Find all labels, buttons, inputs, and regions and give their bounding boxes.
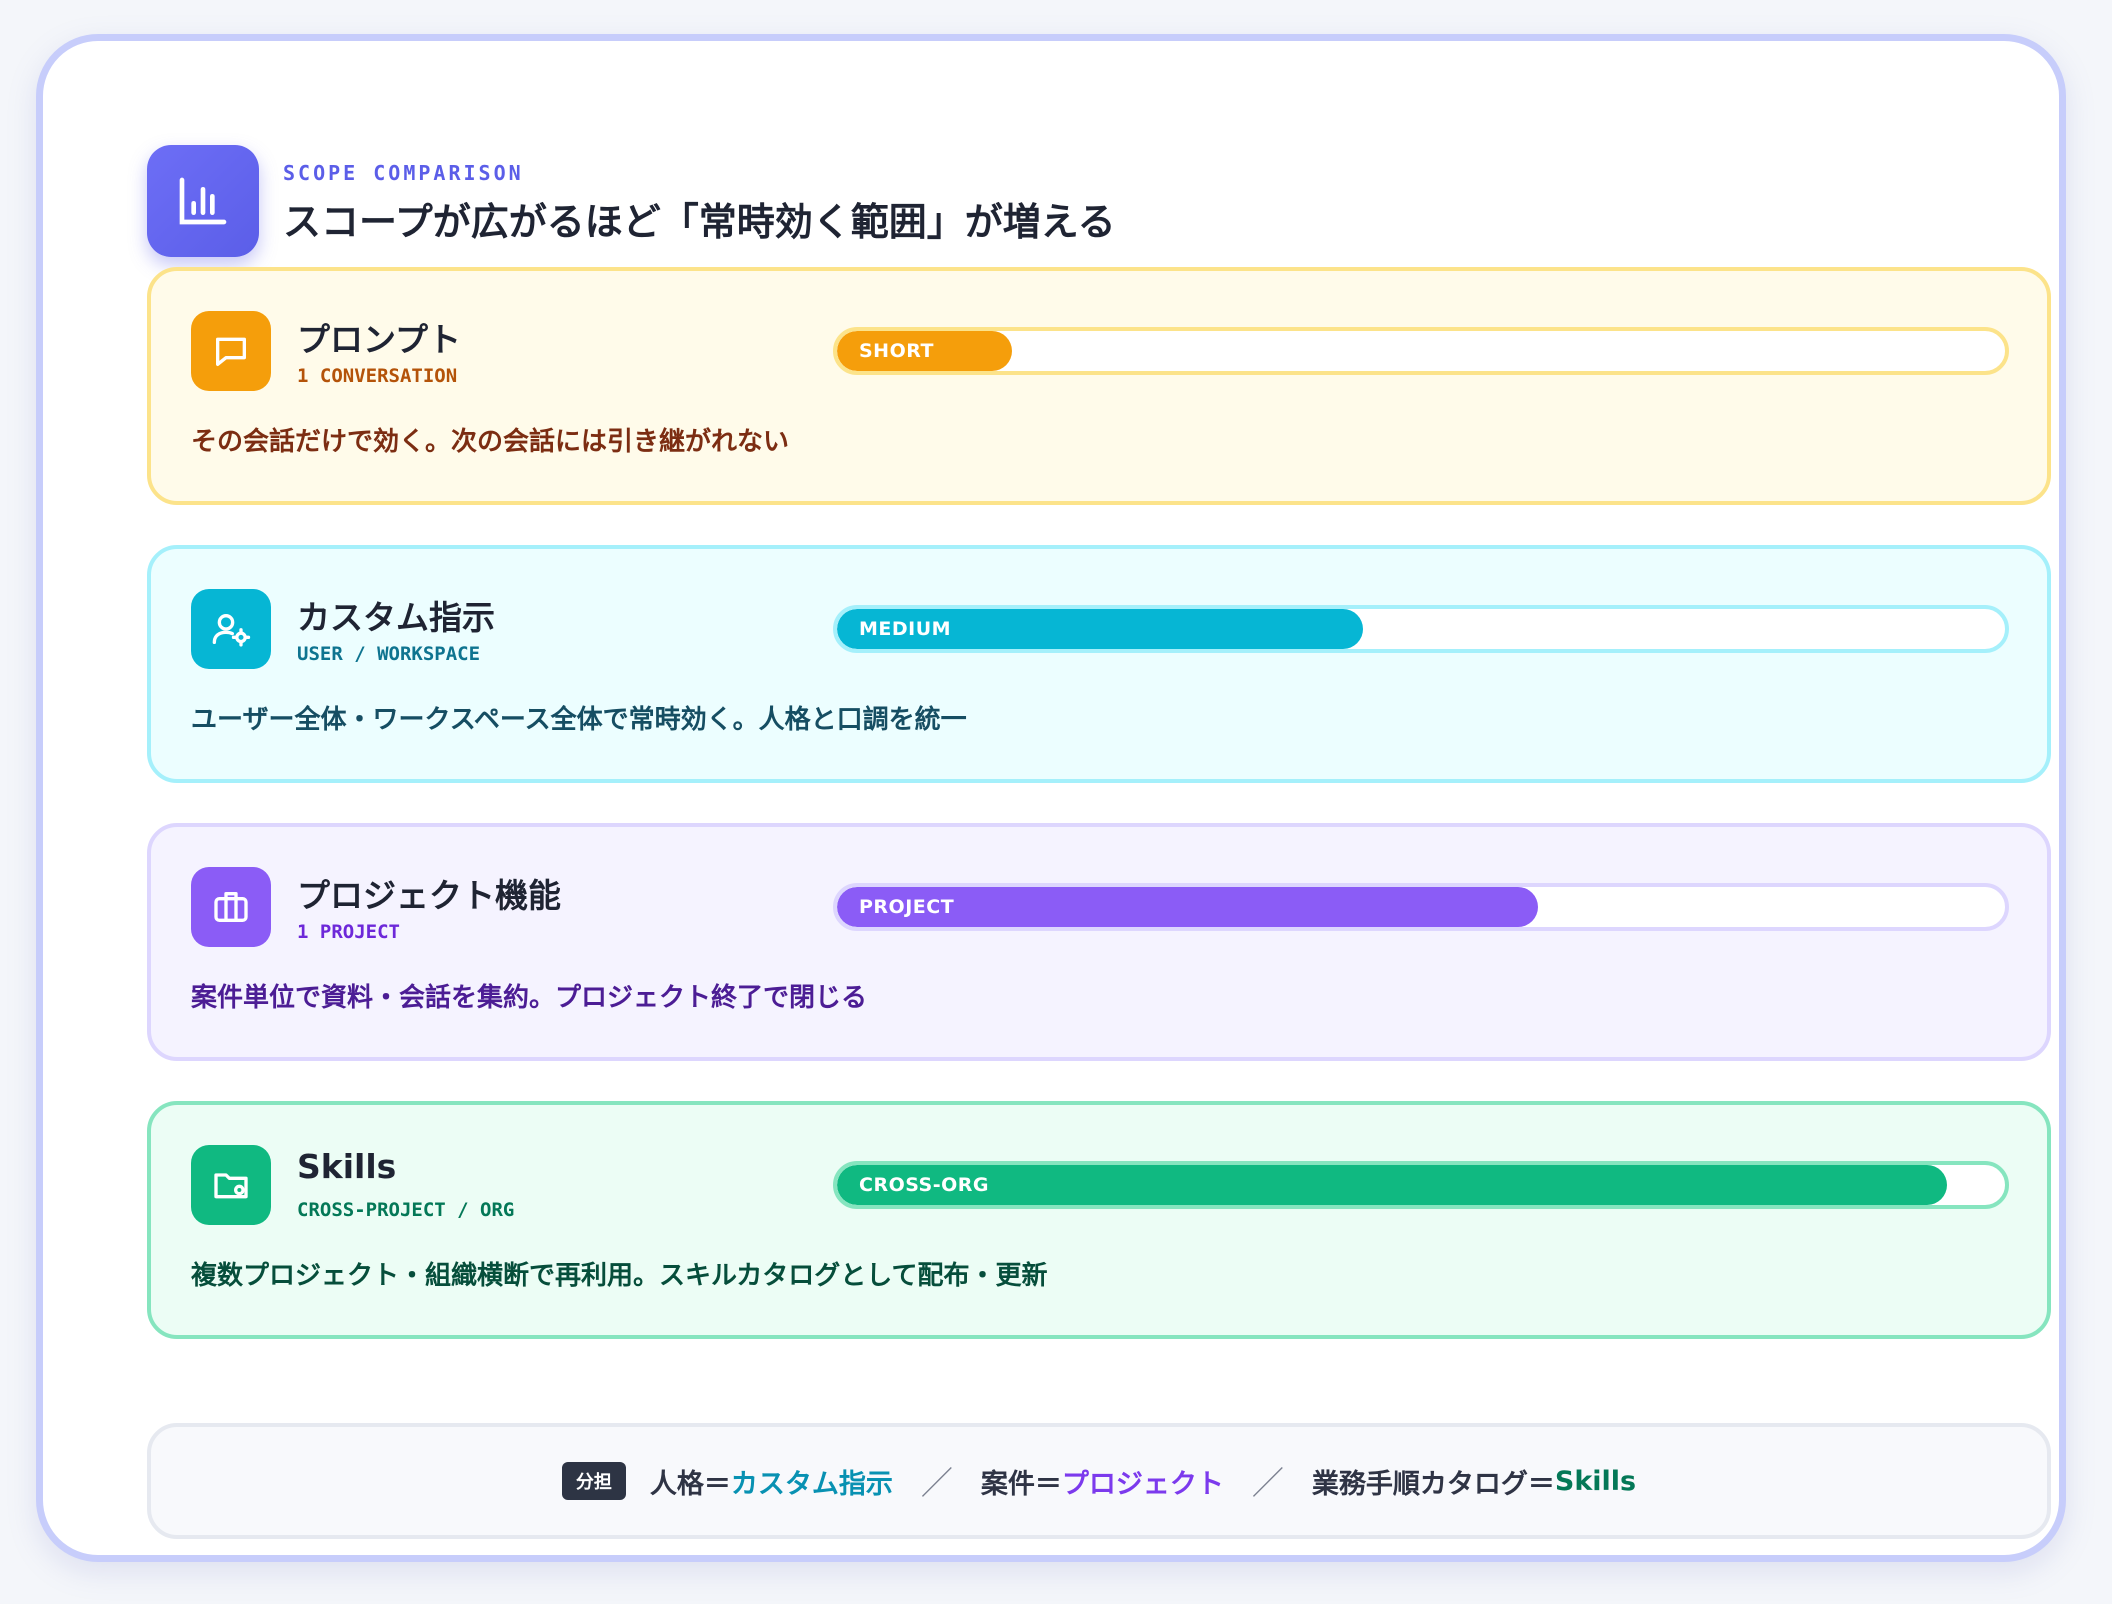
folder-settings-icon (191, 1145, 271, 1225)
scope-description: ユーザー全体・ワークスペース全体で常時効く。人格と口調を統一 (191, 705, 967, 735)
scope-comparison-card: SCOPE COMPARISON スコープが広がるほど「常時効く範囲」が増える … (36, 34, 2066, 1562)
scope-description: 案件単位で資料・会話を集約。プロジェクト終了で閉じる (191, 983, 868, 1013)
eyebrow-label: SCOPE COMPARISON (283, 161, 524, 185)
briefcase-icon (191, 867, 271, 947)
scope-subtitle: 1 PROJECT (297, 921, 400, 943)
user-settings-icon (191, 589, 271, 669)
footer-item2-prefix: 案件＝ (980, 1468, 1062, 1500)
scope-bar-fill: CROSS-ORG (837, 1165, 1947, 1205)
scope-subtitle: CROSS-PROJECT / ORG (297, 1199, 515, 1221)
footer-separator: ／ (1251, 1464, 1284, 1502)
scope-bar-track: MEDIUM (833, 605, 2009, 653)
scope-description: 複数プロジェクト・組織横断で再利用。スキルカタログとして配布・更新 (191, 1261, 1048, 1291)
scope-bar-track: SHORT (833, 327, 2009, 375)
scope-bar-label: PROJECT (859, 896, 955, 918)
scope-subtitle: USER / WORKSPACE (297, 643, 481, 665)
scope-subtitle: 1 CONVERSATION (297, 365, 458, 387)
role-summary-footer: 分担 人格＝ カスタム指示 ／ 案件＝ プロジェクト ／ 業務手順カタログ＝ S… (147, 1423, 2051, 1539)
scope-name: Skills (297, 1147, 397, 1186)
scope-bar-label: MEDIUM (859, 618, 952, 640)
role-badge: 分担 (561, 1462, 626, 1500)
page-title: スコープが広がるほど「常時効く範囲」が増える (283, 200, 1116, 244)
scope-description: その会話だけで効く。次の会話には引き継がれない (191, 427, 790, 457)
scope-card-skills: Skills CROSS-PROJECT / ORG CROSS-ORG 複数プ… (147, 1101, 2051, 1339)
footer-item2-value: プロジェクト (1061, 1468, 1224, 1500)
scope-card-custom-instructions: カスタム指示 USER / WORKSPACE MEDIUM ユーザー全体・ワー… (147, 545, 2051, 783)
scope-bar-track: CROSS-ORG (833, 1161, 2009, 1209)
footer-item1-prefix: 人格＝ (649, 1468, 731, 1500)
scope-bar-label: SHORT (859, 340, 934, 362)
scope-card-project: プロジェクト機能 1 PROJECT PROJECT 案件単位で資料・会話を集約… (147, 823, 2051, 1061)
footer-separator: ／ (920, 1464, 953, 1502)
scope-bar-fill: PROJECT (837, 887, 1538, 927)
scope-name: カスタム指示 (297, 598, 495, 637)
scope-name: プロンプト (297, 320, 462, 359)
scope-bar-fill: MEDIUM (837, 609, 1363, 649)
footer-item3-prefix: 業務手順カタログ＝ (1311, 1468, 1555, 1500)
scope-name: プロジェクト機能 (297, 876, 561, 915)
bar-chart-icon (147, 145, 259, 257)
scope-bar-fill: SHORT (837, 331, 1013, 371)
scope-bar-track: PROJECT (833, 883, 2009, 931)
scope-card-prompt: プロンプト 1 CONVERSATION SHORT その会話だけで効く。次の会… (147, 267, 2051, 505)
chat-bubble-icon (191, 311, 271, 391)
scope-bar-label: CROSS-ORG (859, 1174, 990, 1196)
footer-item3-value: Skills (1554, 1465, 1637, 1497)
footer-item1-value: カスタム指示 (730, 1468, 893, 1500)
